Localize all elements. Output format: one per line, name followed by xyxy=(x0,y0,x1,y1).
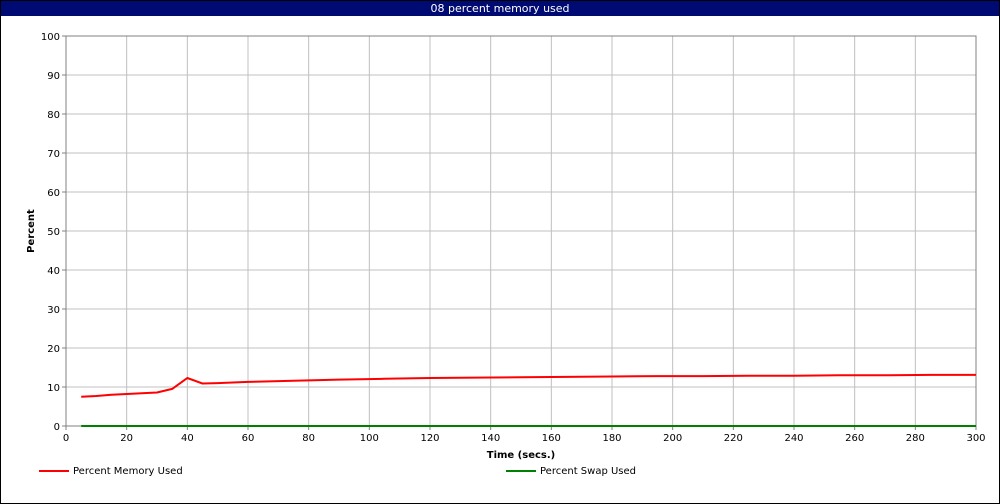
legend-item-swap: Percent Swap Used xyxy=(506,465,636,479)
legend-label-swap: Percent Swap Used xyxy=(540,466,637,477)
y-tick-label: 10 xyxy=(47,383,60,394)
x-axis-label: Time (secs.) xyxy=(487,450,556,461)
x-tick-label: 160 xyxy=(542,433,561,444)
x-tick-label: 240 xyxy=(784,433,803,444)
x-tick-label: 260 xyxy=(845,433,864,444)
x-tick-label: 180 xyxy=(602,433,621,444)
x-tick-label: 300 xyxy=(966,433,985,444)
legend-swatch-swap xyxy=(506,470,536,472)
legend-swatch-memory xyxy=(39,470,69,472)
y-tick-label: 0 xyxy=(54,422,60,433)
x-tick-label: 200 xyxy=(663,433,682,444)
grid xyxy=(66,36,976,426)
y-tick-label: 70 xyxy=(47,149,60,160)
legend: Percent Memory Used Percent Swap Used xyxy=(1,461,999,483)
x-tick-label: 60 xyxy=(242,433,255,444)
x-tick-label: 120 xyxy=(420,433,439,444)
y-axis-label: Percent xyxy=(26,209,37,253)
y-tick-label: 50 xyxy=(47,227,60,238)
y-tick-label: 90 xyxy=(47,71,60,82)
y-tick-label: 100 xyxy=(41,32,60,43)
x-tick-label: 100 xyxy=(360,433,379,444)
y-tick-label: 40 xyxy=(47,266,60,277)
x-tick-label: 0 xyxy=(63,433,69,444)
x-tick-label: 280 xyxy=(906,433,925,444)
y-tick-label: 80 xyxy=(47,110,60,121)
chart-frame: 08 percent memory used 0 20 40 60 80 100 120 14… xyxy=(0,0,1000,504)
x-tick-label: 40 xyxy=(181,433,194,444)
x-tick-label: 140 xyxy=(481,433,500,444)
y-tick-label: 30 xyxy=(47,305,60,316)
y-tick-label: 20 xyxy=(47,344,60,355)
x-tick-label: 220 xyxy=(724,433,743,444)
plot-area: 0 20 40 60 80 100 120 140 160 180 200 220 240 260 280 3… xyxy=(26,32,986,461)
x-tick-label: 20 xyxy=(120,433,133,444)
x-tick-label: 80 xyxy=(302,433,315,444)
legend-item-memory: Percent Memory Used xyxy=(39,465,183,479)
y-tick-label: 60 xyxy=(47,188,60,199)
legend-label-memory: Percent Memory Used xyxy=(73,466,183,477)
